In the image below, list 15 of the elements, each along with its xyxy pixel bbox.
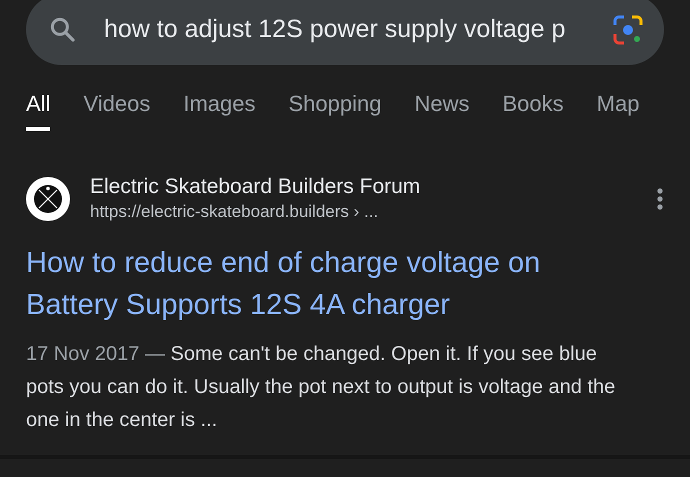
more-icon[interactable] xyxy=(656,186,664,210)
site-url[interactable]: https://electric-skateboard.builders › ... xyxy=(90,202,636,222)
search-tab[interactable]: Shopping xyxy=(288,91,382,131)
result-title[interactable]: How to reduce end of charge voltage on Battery Supports 12S 4A charger xyxy=(26,242,616,326)
site-logo-icon xyxy=(26,176,70,220)
search-tab[interactable]: News xyxy=(414,91,470,131)
site-name: Electric Skateboard Builders Forum xyxy=(90,175,422,199)
search-tab[interactable]: Map xyxy=(596,91,640,131)
camera-icon[interactable] xyxy=(612,14,644,46)
search-tab[interactable]: Books xyxy=(502,91,564,131)
search-tab[interactable]: Images xyxy=(183,91,256,131)
result-snippet: 17 Nov 2017 — Some can't be changed. Open it. If you see blue pots you can do it. Usually the pot next to output is voltage and the one in the center is ... xyxy=(26,342,616,433)
search-field[interactable]: how to adjust 12S power supply voltage p xyxy=(26,0,664,65)
search-tab[interactable]: Videos xyxy=(83,91,150,131)
search-tab[interactable]: All xyxy=(26,91,50,131)
